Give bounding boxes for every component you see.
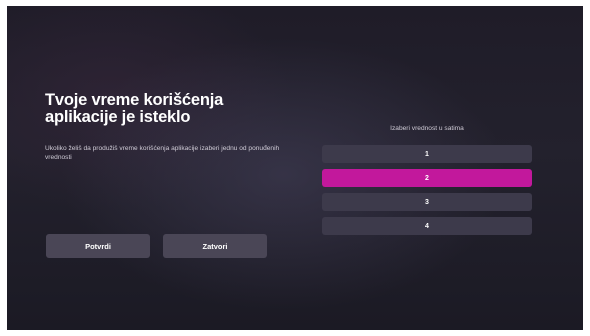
dialog-title: Tvoje vreme korišćenja aplikacije je ist… bbox=[45, 91, 224, 126]
hours-option-4[interactable]: 4 bbox=[322, 217, 532, 235]
tv-screen: Tvoje vreme korišćenja aplikacije je ist… bbox=[7, 6, 583, 330]
hours-option-2[interactable]: 2 bbox=[322, 169, 532, 187]
hours-option-list: 1 2 3 4 bbox=[322, 145, 532, 241]
hours-option-3[interactable]: 3 bbox=[322, 193, 532, 211]
confirm-button[interactable]: Potvrdi bbox=[46, 234, 150, 258]
close-button[interactable]: Zatvori bbox=[163, 234, 267, 258]
hours-picker-label: Izaberi vrednost u satima bbox=[390, 125, 464, 132]
hours-option-1[interactable]: 1 bbox=[322, 145, 532, 163]
dialog-description: Ukoliko želiš da produžiš vreme korišćen… bbox=[45, 145, 280, 161]
